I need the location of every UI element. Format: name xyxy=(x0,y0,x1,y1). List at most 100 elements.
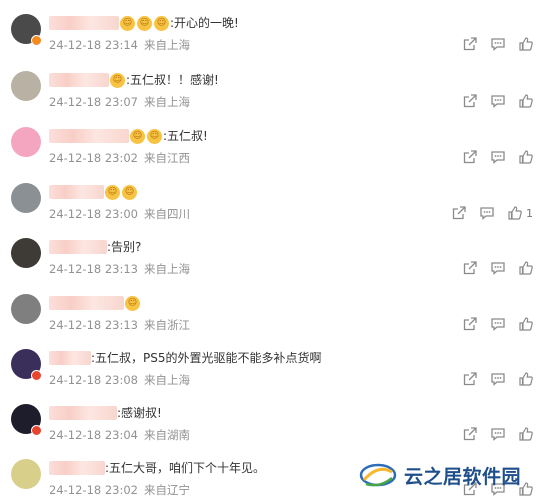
comment-item: :五仁叔，PS5的外置光驱能不能多补点货啊 24-12-18 23:08 来自上海 xyxy=(0,340,550,396)
comment-text: :开心的一晚! xyxy=(170,16,239,30)
timestamp: 24-12-18 23:13 xyxy=(49,262,138,276)
comment-meta: 24-12-18 23:13 来自上海 xyxy=(49,261,190,277)
blurred-username[interactable] xyxy=(49,73,109,87)
emoji-icon: ☺ xyxy=(105,184,120,200)
comment-icon[interactable] xyxy=(490,149,506,165)
comment-actions xyxy=(462,316,534,332)
thumbs-up-icon[interactable] xyxy=(518,371,534,387)
verified-badge-icon xyxy=(31,35,42,46)
comment-icon[interactable] xyxy=(490,36,506,52)
comment-actions xyxy=(462,149,534,165)
share-icon[interactable] xyxy=(462,36,478,52)
comment-icon[interactable] xyxy=(490,316,506,332)
avatar[interactable] xyxy=(11,71,41,101)
thumbs-up-icon[interactable] xyxy=(518,93,534,109)
comment-content: ☺ ☺ ☺:开心的一晚! xyxy=(49,14,239,32)
comment-text: :五仁大哥，咱们下个十年见。 xyxy=(105,461,266,475)
share-icon[interactable] xyxy=(462,371,478,387)
comment-meta: 24-12-18 23:13 来自浙江 xyxy=(49,317,190,333)
emoji-icon: ☺ xyxy=(120,15,135,31)
comment-icon[interactable] xyxy=(479,205,495,221)
thumbs-up-icon[interactable] xyxy=(518,149,534,165)
location: 来自浙江 xyxy=(144,318,190,332)
comment-item: :告别? 24-12-18 23:13 来自上海 xyxy=(0,229,550,285)
blurred-username[interactable] xyxy=(49,461,105,475)
comment-meta: 24-12-18 23:02 来自辽宁 xyxy=(49,482,190,497)
location: 来自湖南 xyxy=(144,428,190,442)
comment-meta: 24-12-18 23:14 来自上海 xyxy=(49,37,190,53)
emoji-icon: ☺ xyxy=(154,15,169,31)
thumbs-up-icon[interactable] xyxy=(518,316,534,332)
location: 来自江西 xyxy=(144,151,190,165)
share-icon[interactable] xyxy=(462,149,478,165)
timestamp: 24-12-18 23:14 xyxy=(49,38,138,52)
thumbs-up-icon[interactable] xyxy=(518,260,534,276)
comment-meta: 24-12-18 23:00 来自四川 xyxy=(49,206,190,222)
comment-actions xyxy=(462,260,534,276)
emoji-icon: ☺ xyxy=(147,128,162,144)
like-count: 1 xyxy=(526,206,533,220)
location: 来自上海 xyxy=(144,373,190,387)
verified-badge-icon xyxy=(31,425,42,436)
comment-icon[interactable] xyxy=(490,260,506,276)
watermark-text: 云之居软件园 xyxy=(404,465,522,488)
watermark: 云之居软件园 xyxy=(358,453,550,497)
comment-meta: 24-12-18 23:07 来自上海 xyxy=(49,94,190,110)
thumbs-up-icon[interactable] xyxy=(518,36,534,52)
comment-content: ☺:五仁叔！！感谢! xyxy=(49,71,219,89)
emoji-icon: ☺ xyxy=(125,295,140,311)
emoji-icon: ☺ xyxy=(137,15,152,31)
avatar[interactable] xyxy=(11,238,41,268)
avatar[interactable] xyxy=(11,183,41,213)
timestamp: 24-12-18 23:13 xyxy=(49,318,138,332)
timestamp: 24-12-18 23:04 xyxy=(49,428,138,442)
comment-actions xyxy=(462,426,534,442)
location: 来自上海 xyxy=(144,95,190,109)
timestamp: 24-12-18 23:08 xyxy=(49,373,138,387)
share-icon[interactable] xyxy=(462,260,478,276)
blurred-username[interactable] xyxy=(49,129,129,143)
comment-content: :五仁叔，PS5的外置光驱能不能多补点货啊 xyxy=(49,349,322,367)
avatar[interactable] xyxy=(11,294,41,324)
verified-badge-icon xyxy=(31,370,42,381)
share-icon[interactable] xyxy=(462,426,478,442)
comment-actions xyxy=(462,36,534,52)
location: 来自辽宁 xyxy=(144,483,190,497)
avatar[interactable] xyxy=(11,459,41,489)
timestamp: 24-12-18 23:07 xyxy=(49,95,138,109)
watermark-logo-icon xyxy=(359,463,397,487)
comment-icon[interactable] xyxy=(490,93,506,109)
blurred-username[interactable] xyxy=(49,296,124,310)
comment-meta: 24-12-18 23:08 来自上海 xyxy=(49,372,190,388)
blurred-username[interactable] xyxy=(49,406,117,420)
timestamp: 24-12-18 23:02 xyxy=(49,151,138,165)
comment-icon[interactable] xyxy=(490,371,506,387)
comment-text: :五仁叔，PS5的外置光驱能不能多补点货啊 xyxy=(91,351,322,365)
comment-content: :感谢叔! xyxy=(49,404,162,422)
comment-content: ☺ ☺ xyxy=(49,183,138,201)
comment-actions xyxy=(462,93,534,109)
comment-icon[interactable] xyxy=(490,426,506,442)
comment-text: :五仁叔！！感谢! xyxy=(126,73,219,87)
comment-actions xyxy=(462,371,534,387)
comment-content: ☺ xyxy=(49,294,141,312)
share-icon[interactable] xyxy=(462,316,478,332)
blurred-username[interactable] xyxy=(49,351,91,365)
comment-content: :告别? xyxy=(49,238,141,256)
share-icon[interactable] xyxy=(451,205,467,221)
thumbs-up-icon[interactable] xyxy=(507,205,523,221)
comment-item: :感谢叔! 24-12-18 23:04 来自湖南 xyxy=(0,395,550,451)
comment-text: :告别? xyxy=(107,240,142,254)
blurred-username[interactable] xyxy=(49,185,104,199)
thumbs-up-icon[interactable] xyxy=(518,426,534,442)
share-icon[interactable] xyxy=(462,93,478,109)
emoji-icon: ☺ xyxy=(122,184,137,200)
comment-meta: 24-12-18 23:04 来自湖南 xyxy=(49,427,190,443)
timestamp: 24-12-18 23:02 xyxy=(49,483,138,497)
avatar[interactable] xyxy=(11,127,41,157)
blurred-username[interactable] xyxy=(49,240,107,254)
blurred-username[interactable] xyxy=(49,16,119,30)
comment-item: ☺:五仁叔！！感谢! 24-12-18 23:07 来自上海 xyxy=(0,62,550,118)
comment-actions: 1 xyxy=(451,205,533,221)
comment-item: ☺ ☺ ☺:开心的一晚! 24-12-18 23:14 来自上海 xyxy=(0,5,550,61)
